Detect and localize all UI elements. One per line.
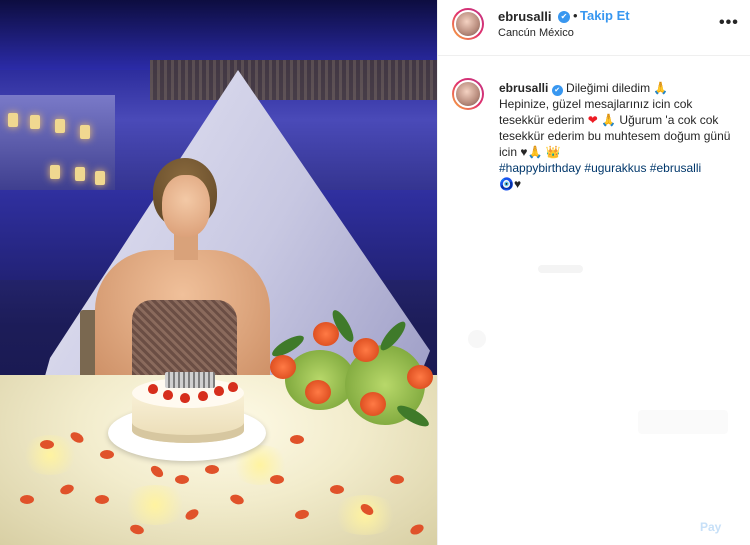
location-link[interactable]: Cancún México xyxy=(498,27,574,39)
hashtag-link[interactable]: #happybirthday xyxy=(499,161,581,175)
pray-emoji: 🙏 xyxy=(601,113,617,127)
end-heart-emoji: ♥ xyxy=(513,177,522,191)
cake-topper xyxy=(165,372,215,388)
caption-line-1: Dileğimi diledim xyxy=(562,81,654,95)
separator-dot: • xyxy=(573,8,578,23)
placeholder-block xyxy=(638,410,728,434)
person-face xyxy=(162,175,210,237)
post-caption: ebrusalli ✔ Dileğimi diledim 🙏 Hepinize,… xyxy=(499,80,739,192)
caption-username[interactable]: ebrusalli xyxy=(499,81,548,95)
placeholder-circle xyxy=(468,330,486,348)
flower-bouquet xyxy=(265,307,437,445)
post-sidebar: ebrusalli ✔ • Takip Et Cancún México •••… xyxy=(437,0,750,545)
pray-emoji: 🙏 xyxy=(653,81,669,95)
verified-icon: ✔ xyxy=(551,85,563,96)
post-header: ebrusalli ✔ • Takip Et Cancún México ••• xyxy=(438,0,750,56)
verified-icon: ✔ xyxy=(558,11,570,23)
more-icon[interactable]: ••• xyxy=(719,14,739,32)
post-comment-button[interactable]: Pay xyxy=(700,520,721,534)
pray-emoji: 🙏 xyxy=(527,145,543,159)
placeholder-bar xyxy=(538,265,583,273)
hashtag-link[interactable]: #ebrusalli xyxy=(650,161,701,175)
caption-avatar[interactable] xyxy=(452,78,484,110)
follow-button[interactable]: Takip Et xyxy=(580,8,630,23)
post-photo[interactable] xyxy=(0,0,437,545)
hashtag-link[interactable]: #ugurakkus xyxy=(584,161,646,175)
avatar[interactable] xyxy=(452,8,484,40)
crown-emoji: 👑 xyxy=(545,145,561,159)
evil-eye-emoji: 🧿 xyxy=(499,177,514,191)
hotel-building xyxy=(0,95,115,195)
pergola-roof xyxy=(150,60,437,100)
heart-emoji: ❤ xyxy=(587,113,598,127)
username-link[interactable]: ebrusalli xyxy=(498,9,551,24)
